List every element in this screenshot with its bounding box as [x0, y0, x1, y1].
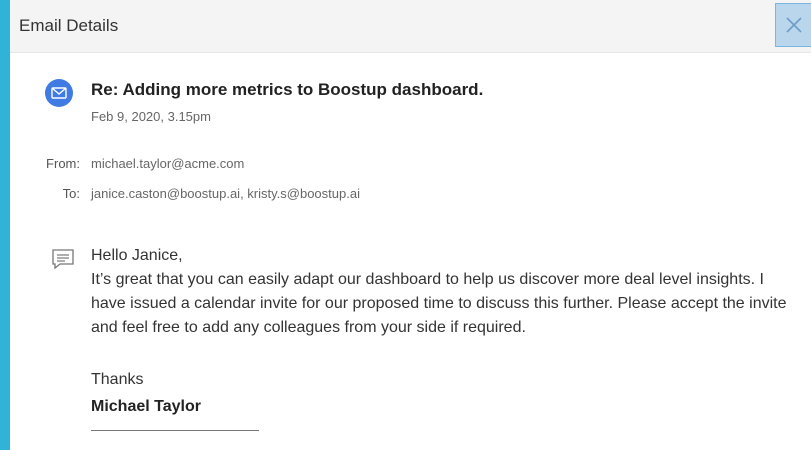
mail-icon	[45, 79, 73, 107]
email-signature: Michael Taylor	[91, 398, 201, 415]
email-closing: Thanks	[91, 371, 144, 388]
email-body: Hello Janice, It’s great that you can ea…	[91, 244, 791, 340]
from-label: From:	[46, 156, 80, 171]
panel-header: Email Details	[10, 0, 811, 53]
message-icon	[52, 249, 74, 270]
signature-divider	[91, 430, 259, 431]
close-button[interactable]	[775, 3, 811, 47]
email-details-panel: Email Details Re: Adding more metrics to…	[10, 0, 811, 450]
email-subject: Re: Adding more metrics to Boostup dashb…	[91, 80, 484, 99]
email-greeting: Hello Janice,	[91, 247, 183, 264]
to-value: janice.caston@boostup.ai, kristy.s@boost…	[91, 186, 360, 201]
from-value: michael.taylor@acme.com	[91, 156, 245, 171]
email-message: It’s great that you can easily adapt our…	[91, 271, 787, 336]
panel-title: Email Details	[19, 16, 119, 35]
email-date: Feb 9, 2020, 3.15pm	[91, 109, 211, 124]
to-label: To:	[62, 186, 80, 201]
close-icon	[786, 17, 802, 33]
